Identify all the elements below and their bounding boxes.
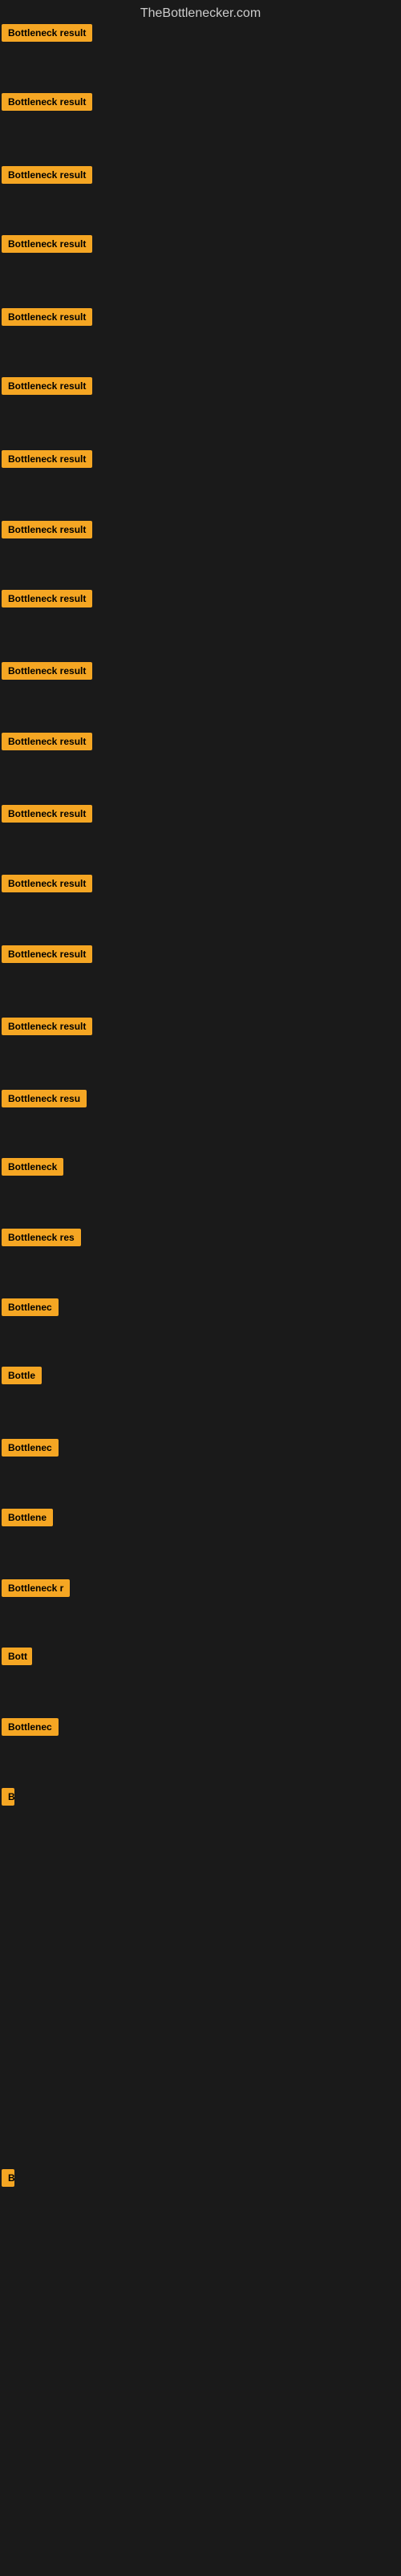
bottleneck-badge: Bottleneck r — [2, 1579, 70, 1597]
list-item: Bottleneck resu — [2, 1090, 87, 1111]
bottleneck-badge: Bottleneck result — [2, 662, 92, 680]
list-item: Bottleneck result — [2, 733, 92, 754]
bottleneck-badge: Bottlene — [2, 1509, 53, 1526]
bottleneck-list: Bottleneck result Bottleneck result Bottle… — [0, 24, 401, 2576]
list-item: Bottleneck result — [2, 166, 92, 188]
list-item: Bottleneck result — [2, 450, 92, 472]
list-item: Bottleneck result — [2, 590, 92, 611]
site-title: TheBottlenecker.com — [0, 0, 401, 24]
bottleneck-badge: Bottleneck result — [2, 308, 92, 326]
bottleneck-badge: Bottleneck result — [2, 733, 92, 750]
bottleneck-badge: Bottleneck res — [2, 1229, 81, 1246]
bottleneck-badge: Bottleneck result — [2, 945, 92, 963]
list-item: Bottle — [2, 1367, 42, 1388]
list-item: Bottleneck result — [2, 24, 92, 46]
list-item: Bottleneck result — [2, 805, 92, 827]
bottleneck-badge: Bottleneck result — [2, 450, 92, 468]
bottleneck-badge: Bottlenec — [2, 1718, 59, 1736]
bottleneck-badge: Bottlenec — [2, 1298, 59, 1316]
bottleneck-badge: Bottleneck result — [2, 1018, 92, 1035]
list-item: Bottleneck result — [2, 308, 92, 330]
bottleneck-badge: Bott — [2, 1648, 32, 1665]
list-item: Bottleneck r — [2, 1579, 70, 1601]
list-item: Bottleneck result — [2, 521, 92, 542]
list-item: Bottlenec — [2, 1298, 59, 1320]
list-item: Bottleneck result — [2, 1018, 92, 1039]
list-item: Bottlenec — [2, 1718, 59, 1740]
bottleneck-badge: Bottle — [2, 1367, 42, 1384]
bottleneck-badge: Bottleneck result — [2, 235, 92, 253]
list-item: B — [2, 1788, 14, 1810]
bottleneck-badge: Bottleneck result — [2, 521, 92, 538]
list-item: B — [2, 2169, 14, 2191]
list-item: Bottleneck res — [2, 1229, 81, 1250]
list-item: Bottleneck result — [2, 377, 92, 399]
bottleneck-badge: Bottleneck result — [2, 24, 92, 42]
list-item: Bott — [2, 1648, 32, 1669]
bottleneck-badge: B — [2, 1788, 14, 1806]
list-item: Bottlenec — [2, 1439, 59, 1461]
bottleneck-badge: Bottleneck result — [2, 805, 92, 823]
bottleneck-badge: Bottleneck result — [2, 93, 92, 111]
bottleneck-badge: Bottleneck result — [2, 377, 92, 395]
list-item: Bottleneck result — [2, 945, 92, 967]
bottleneck-badge: Bottleneck resu — [2, 1090, 87, 1107]
list-item: Bottleneck — [2, 1158, 63, 1180]
list-item: Bottleneck result — [2, 93, 92, 115]
site-header: TheBottlenecker.com — [0, 0, 401, 24]
bottleneck-badge: Bottlenec — [2, 1439, 59, 1457]
list-item: Bottleneck result — [2, 235, 92, 257]
bottleneck-badge: Bottleneck — [2, 1158, 63, 1176]
list-item: Bottlene — [2, 1509, 53, 1530]
list-item: Bottleneck result — [2, 662, 92, 684]
bottleneck-badge: Bottleneck result — [2, 166, 92, 184]
bottleneck-badge: Bottleneck result — [2, 875, 92, 892]
bottleneck-badge: B — [2, 2169, 14, 2187]
list-item: Bottleneck result — [2, 875, 92, 896]
bottleneck-badge: Bottleneck result — [2, 590, 92, 607]
